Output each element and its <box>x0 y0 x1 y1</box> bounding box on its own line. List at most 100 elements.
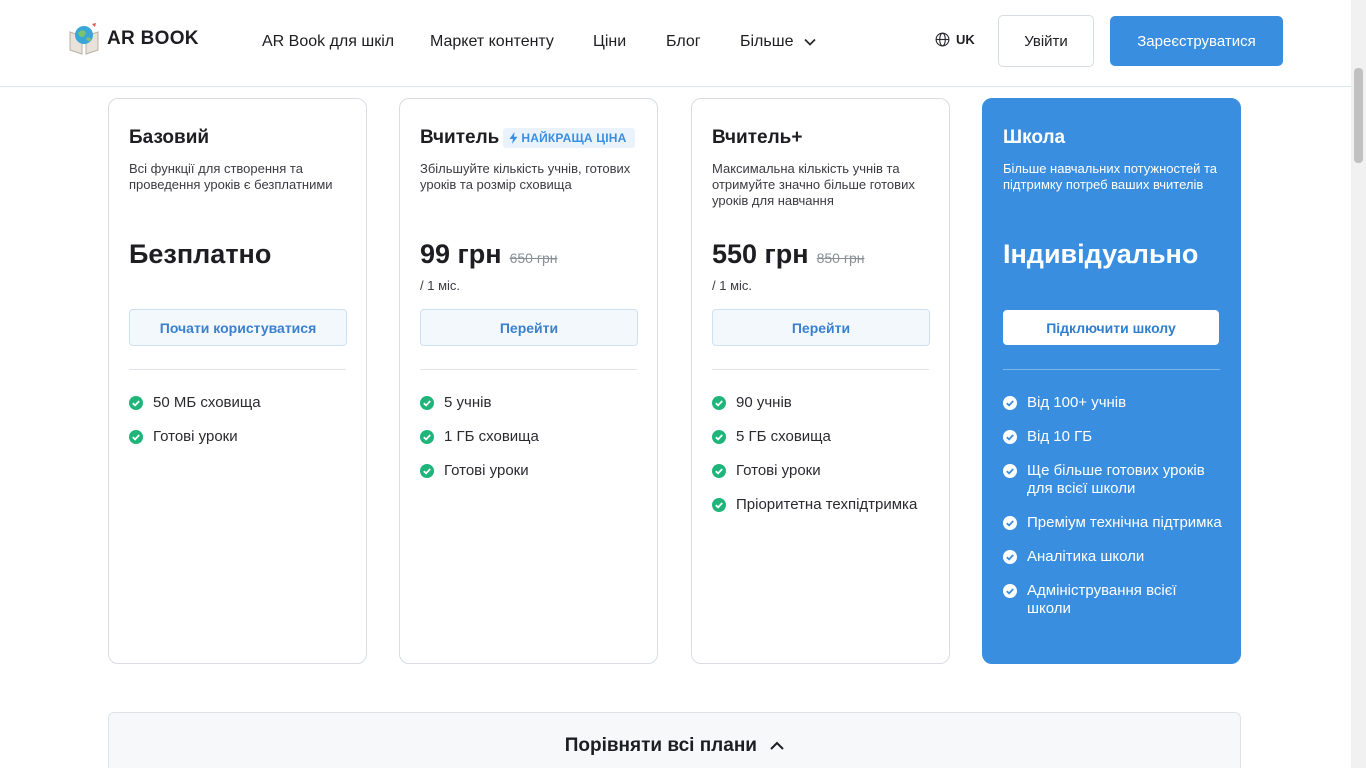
scrollbar-thumb[interactable] <box>1354 68 1363 163</box>
feature-text: Адміністрування всієї школи <box>1027 582 1177 617</box>
feature-item: Ще більше готових уроків для всієї школи <box>1003 462 1223 498</box>
plan-price-row: Індивідуально <box>1003 239 1198 270</box>
feature-text: 90 учнів <box>736 394 792 411</box>
feature-text: Готові уроки <box>153 428 238 445</box>
plan-card-school: Школа Більше навчальних потужностей та п… <box>982 98 1241 664</box>
feature-text: 1 ГБ сховища <box>444 428 539 445</box>
feature-item: Пріоритетна техпідтримка <box>712 496 932 514</box>
compare-plans-toggle[interactable]: Порівняти всі плани <box>109 735 1240 757</box>
plan-card-basic: Базовий Всі функції для створення та про… <box>108 98 367 664</box>
feature-text: Готові уроки <box>444 462 529 479</box>
top-navbar: AR BOOK AR Book для шкіл Маркет контенту… <box>0 0 1351 87</box>
plan-features: 90 учнів 5 ГБ сховища Готові уроки Пріор… <box>712 394 932 530</box>
globe-icon <box>935 32 950 47</box>
plan-period: / 1 міс. <box>712 278 753 293</box>
feature-text: Ще більше готових уроків для всієї школи <box>1027 462 1205 497</box>
feature-item: Аналітика школи <box>1003 548 1223 566</box>
plan-title: Вчитель НАЙКРАЩА ЦІНА <box>420 127 635 149</box>
plan-price: Індивідуально <box>1003 239 1199 269</box>
divider <box>129 369 346 370</box>
start-using-button[interactable]: Почати користуватися <box>129 309 347 346</box>
plan-description: Збільшуйте кількість учнів, готових урок… <box>420 161 631 192</box>
ar-book-logo-icon <box>67 22 101 56</box>
compare-plans-label: Порівняти всі плани <box>564 735 757 756</box>
badge-text: НАЙКРАЩА ЦІНА <box>521 131 627 145</box>
plan-card-teacher: Вчитель НАЙКРАЩА ЦІНА Збільшуйте кількіс… <box>399 98 658 664</box>
check-circle-icon <box>420 464 434 478</box>
check-circle-icon <box>1003 464 1017 478</box>
nav-blog[interactable]: Блог <box>666 33 701 51</box>
feature-text: Від 100+ учнів <box>1027 394 1127 411</box>
signup-button[interactable]: Зареєструватися <box>1110 16 1283 66</box>
feature-item: 1 ГБ сховища <box>420 428 640 446</box>
feature-text: Аналітика школи <box>1027 548 1145 565</box>
plan-period: / 1 міс. <box>420 278 461 293</box>
feature-item: Готові уроки <box>712 462 932 480</box>
go-button-teacher[interactable]: Перейти <box>420 309 638 346</box>
plan-description: Більше навчальних потужностей та підтрим… <box>1003 161 1217 192</box>
lightning-icon <box>509 132 518 144</box>
divider <box>712 369 929 370</box>
feature-text: Преміум технічна підтримка <box>1027 514 1222 531</box>
plan-price: 99 грн <box>420 239 502 269</box>
feature-item: Преміум технічна підтримка <box>1003 514 1223 532</box>
plan-title-text: Вчитель <box>420 127 500 148</box>
plan-old-price: 650 грн <box>509 250 558 266</box>
plan-price-row: 550 грн 850 грн <box>712 239 864 270</box>
divider <box>420 369 637 370</box>
feature-text: Пріоритетна техпідтримка <box>736 496 918 513</box>
feature-item: Адміністрування всієї школи <box>1003 582 1223 618</box>
chevron-up-icon <box>770 742 784 751</box>
plan-price-row: Безплатно <box>129 239 271 270</box>
nav-ar-book-for-schools[interactable]: AR Book для шкіл <box>262 33 394 51</box>
page-scrollbar[interactable] <box>1351 0 1366 768</box>
nav-more[interactable]: Більше <box>740 33 816 51</box>
check-circle-icon <box>420 430 434 444</box>
check-circle-icon <box>1003 584 1017 598</box>
go-button-teacher-plus[interactable]: Перейти <box>712 309 930 346</box>
login-button[interactable]: Увійти <box>998 15 1094 67</box>
feature-item: Від 100+ учнів <box>1003 394 1223 412</box>
nav-more-label: Більше <box>740 33 794 50</box>
feature-item: Готові уроки <box>129 428 349 446</box>
feature-item: 5 учнів <box>420 394 640 412</box>
plan-price: Безплатно <box>129 239 272 269</box>
check-circle-icon <box>1003 550 1017 564</box>
plan-price: 550 грн <box>712 239 809 269</box>
nav-prices[interactable]: Ціни <box>593 33 626 51</box>
plan-card-teacher-plus: Вчитель+ Максимальна кількість учнів та … <box>691 98 950 664</box>
compare-plans-panel: Порівняти всі плани <box>108 712 1241 768</box>
logo-text: AR BOOK <box>107 28 199 49</box>
plan-title: Базовий <box>129 127 209 149</box>
language-code: UK <box>956 32 975 47</box>
check-circle-icon <box>712 498 726 512</box>
plan-title: Школа <box>1003 127 1065 149</box>
check-circle-icon <box>1003 396 1017 410</box>
connect-school-button[interactable]: Підключити школу <box>1003 310 1219 345</box>
feature-text: Від 10 ГБ <box>1027 428 1093 445</box>
check-circle-icon <box>712 464 726 478</box>
feature-text: Готові уроки <box>736 462 821 479</box>
plan-features: 5 учнів 1 ГБ сховища Готові уроки <box>420 394 640 496</box>
language-selector[interactable]: UK <box>935 32 975 47</box>
best-price-badge: НАЙКРАЩА ЦІНА <box>503 128 635 148</box>
feature-item: 5 ГБ сховища <box>712 428 932 446</box>
plan-description: Максимальна кількість учнів та отримуйте… <box>712 161 915 208</box>
divider <box>1003 369 1220 370</box>
feature-item: Від 10 ГБ <box>1003 428 1223 446</box>
plan-features: 50 МБ сховища Готові уроки <box>129 394 349 462</box>
logo[interactable]: AR BOOK <box>67 22 199 56</box>
nav-content-market[interactable]: Маркет контенту <box>430 33 554 51</box>
feature-item: 50 МБ сховища <box>129 394 349 412</box>
check-circle-icon <box>712 430 726 444</box>
plan-title-text: Базовий <box>129 127 210 148</box>
feature-text: 5 ГБ сховища <box>736 428 831 445</box>
check-circle-icon <box>129 396 143 410</box>
chevron-down-icon <box>804 38 816 46</box>
plan-features: Від 100+ учнів Від 10 ГБ Ще більше готов… <box>1003 394 1223 634</box>
check-circle-icon <box>712 396 726 410</box>
plan-old-price: 850 грн <box>816 250 865 266</box>
check-circle-icon <box>1003 516 1017 530</box>
feature-text: 50 МБ сховища <box>153 394 261 411</box>
check-circle-icon <box>129 430 143 444</box>
